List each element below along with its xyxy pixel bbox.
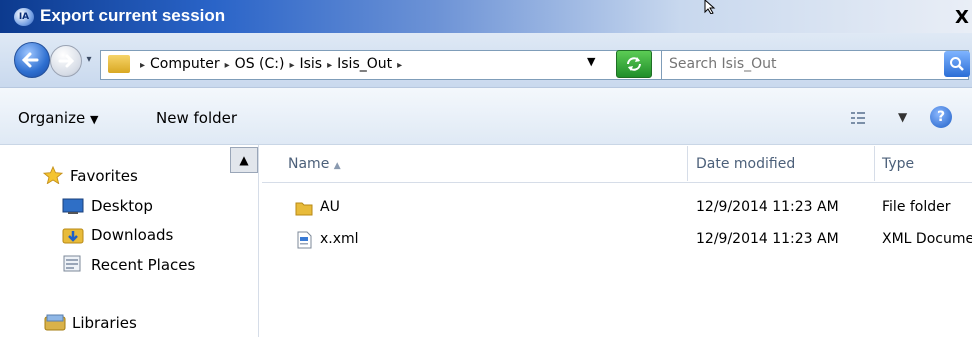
crumb-computer[interactable]: Computer [150,56,220,72]
chevron-right-icon[interactable]: ▸ [289,60,294,71]
breadcrumb: ▸ Computer ▸ OS (C:) ▸ Isis ▸ Isis_Out ▸ [140,56,407,72]
command-bar [0,88,972,145]
address-history-dropdown-icon[interactable]: ▼ [587,55,595,68]
file-type: XML Docume [882,231,972,247]
refresh-button[interactable] [616,50,652,78]
search-icon [950,57,964,71]
chevron-right-icon[interactable]: ▸ [327,60,332,71]
window-title: Export current session [40,6,226,25]
refresh-icon [627,57,641,71]
recent-places-icon [63,255,81,272]
chevron-down-icon: ▼ [89,113,99,126]
column-header-name-label: Name [288,156,330,172]
close-button[interactable]: X [952,8,972,28]
back-button[interactable] [14,42,50,78]
view-dropdown-icon[interactable]: ▼ [898,110,907,124]
nav-downloads[interactable]: Downloads [91,226,173,244]
nav-favorites[interactable]: Favorites [70,167,138,185]
file-name[interactable]: AU [320,199,340,215]
scroll-up-button[interactable]: ▲ [230,147,258,173]
libraries-icon [44,314,66,331]
xml-file-icon [297,231,312,249]
nav-recent-places[interactable]: Recent Places [91,256,195,274]
forward-arrow-icon [58,54,75,68]
crumb-drive[interactable]: OS (C:) [235,56,285,72]
column-divider[interactable] [687,146,688,181]
downloads-icon [62,228,84,244]
chevron-right-icon[interactable]: ▸ [140,60,145,71]
help-icon[interactable]: ? [930,106,952,128]
crumb-isis[interactable]: Isis [299,56,322,72]
organize-button[interactable]: Organize ▼ [18,109,98,127]
star-icon [42,166,64,184]
new-folder-button[interactable]: New folder [156,109,237,127]
recent-pages-dropdown[interactable]: ▾ [82,54,96,68]
mouse-cursor-icon [704,0,716,14]
desktop-icon [62,198,84,214]
crumb-isis-out[interactable]: Isis_Out [337,56,392,72]
search-button[interactable] [944,51,970,77]
folder-icon [108,55,130,73]
column-header-name[interactable]: Name ▲ [288,156,341,172]
nav-desktop[interactable]: Desktop [91,197,153,215]
search-input[interactable] [669,56,929,72]
organize-label: Organize [18,109,86,127]
chevron-right-icon[interactable]: ▸ [225,60,230,71]
view-options-icon[interactable] [850,110,866,126]
column-header-date[interactable]: Date modified [696,156,795,172]
forward-button[interactable] [50,45,82,77]
folder-icon [295,202,313,216]
column-header-bar [262,145,972,183]
app-icon: IA [14,8,34,26]
nav-libraries[interactable]: Libraries [72,314,137,332]
chevron-right-icon[interactable]: ▸ [397,60,402,71]
file-name[interactable]: x.xml [320,231,359,247]
sort-ascending-icon: ▲ [333,161,341,171]
file-date: 12/9/2014 11:23 AM [696,199,839,215]
back-arrow-icon [21,52,39,68]
column-divider[interactable] [874,146,875,181]
column-header-type[interactable]: Type [882,156,914,172]
file-type: File folder [882,199,951,215]
file-date: 12/9/2014 11:23 AM [696,231,839,247]
